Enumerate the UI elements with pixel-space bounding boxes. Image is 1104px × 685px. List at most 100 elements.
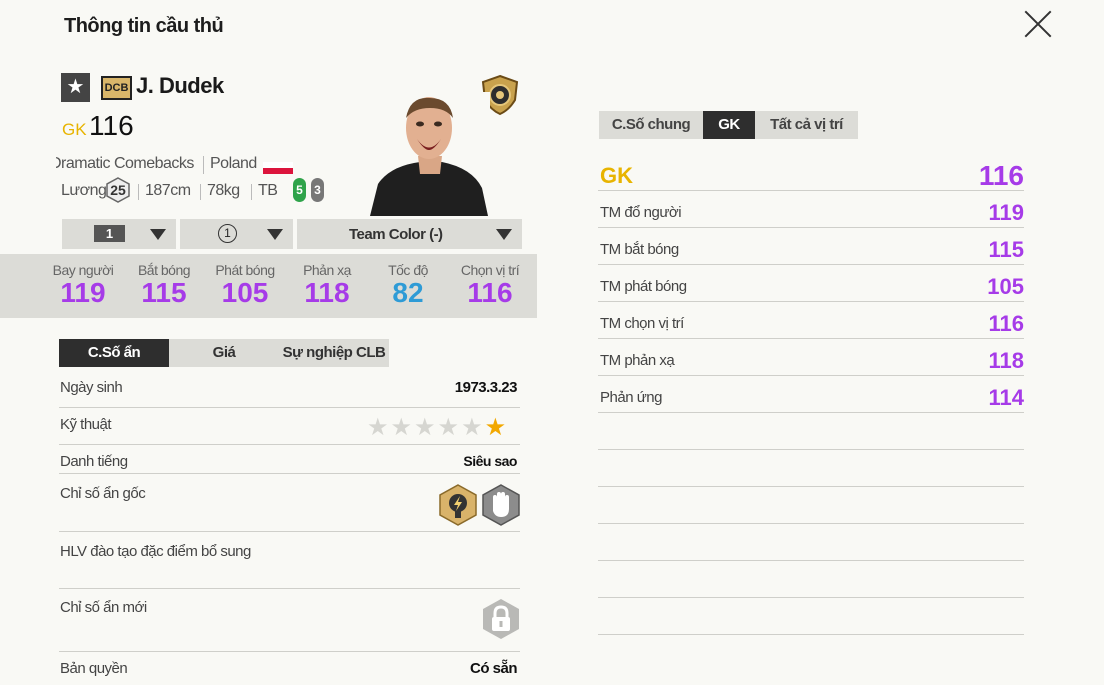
birth-label: Ngày sinh — [60, 379, 123, 396]
season-name: Dramatic Comebacks — [56, 155, 194, 172]
gk-diving-label: TM đổ người — [600, 204, 682, 221]
star-icon: ★ — [437, 414, 460, 441]
stat-speed: Tốc độ 82 — [368, 262, 448, 309]
stat-value: 118 — [304, 277, 350, 308]
gk-reflexes-value: 118 — [988, 348, 1025, 373]
tab-hidden-stats[interactable]: C.Số ẩn — [59, 339, 169, 367]
tab-club-career[interactable]: Sự nghiệp CLB — [279, 339, 389, 367]
divider — [138, 184, 139, 200]
tab-price[interactable]: Giá — [169, 339, 279, 367]
team-color-dropdown[interactable]: Team Color (-) — [297, 219, 522, 249]
stat-label: Chọn vị trí — [460, 262, 520, 278]
skill-stars: ★★★★★★ — [365, 413, 506, 442]
gk-positioning-label: TM chọn vị trí — [600, 315, 684, 332]
stat-label: Phản xạ — [303, 262, 351, 278]
player-portrait — [370, 92, 490, 216]
new-traits-label: Chỉ số ẩn mới — [60, 599, 147, 616]
traits-label: Chỉ số ẩn gốc — [60, 485, 146, 502]
team-color-label: Team Color (-) — [349, 226, 443, 243]
gk-diving-value: 119 — [988, 200, 1025, 225]
tab-all-positions[interactable]: Tất cả vị trí — [755, 111, 858, 139]
reputation-label: Danh tiếng — [60, 453, 128, 470]
star-icon: ★ — [61, 73, 90, 102]
salary-label: Lương — [61, 182, 107, 199]
star-icon: ★ — [414, 414, 436, 441]
divider — [598, 449, 1024, 450]
gk-handling-label: TM bắt bóng — [600, 241, 679, 258]
level-value: 1 — [94, 225, 125, 242]
divider — [598, 634, 1024, 635]
chevron-down-icon — [496, 229, 512, 240]
divider — [598, 523, 1024, 524]
divider — [598, 264, 1024, 265]
divider — [59, 444, 520, 445]
divider — [598, 597, 1024, 598]
divider — [59, 473, 520, 474]
divider — [598, 227, 1024, 228]
gk-kicking-label: TM phát bóng — [600, 278, 687, 295]
gk-positioning-value: 116 — [988, 311, 1025, 336]
star-icon: ★ — [390, 414, 413, 441]
stat-positioning: Chọn vị trí 116 — [450, 262, 530, 309]
right-foot-icon: 3 — [311, 178, 324, 202]
level-dropdown[interactable]: 1 — [62, 219, 176, 249]
trait-glove-icon[interactable] — [482, 484, 520, 526]
salary-value: 25 — [110, 182, 126, 198]
page-title: Thông tin cầu thủ — [64, 15, 224, 37]
divider — [59, 407, 520, 408]
stat-label: Tốc độ — [388, 262, 428, 278]
divider — [598, 375, 1024, 376]
divider — [203, 156, 204, 174]
divider — [200, 184, 201, 200]
stat-label: Bay người — [52, 262, 114, 278]
reputation-value: Siêu sao — [463, 453, 517, 469]
star-icon: ★ — [461, 414, 483, 441]
stat-value: 115 — [141, 277, 187, 308]
stat-value: 119 — [60, 277, 106, 308]
position-header: GK — [600, 163, 633, 188]
stat-label: Phát bóng — [215, 262, 275, 278]
tab-general-stats[interactable]: C.Số chung — [599, 111, 703, 139]
divider — [598, 560, 1024, 561]
star-icon: ★ — [367, 414, 389, 441]
chevron-down-icon — [150, 229, 166, 240]
divider — [598, 190, 1024, 191]
stat-value: 82 — [392, 277, 424, 308]
stat-label: Bắt bóng — [137, 262, 191, 278]
trait-power-icon[interactable] — [439, 484, 477, 526]
divider — [598, 486, 1024, 487]
chevron-down-icon — [267, 229, 283, 240]
reactions-label: Phản ứng — [600, 389, 662, 406]
season-badge: DCB — [101, 76, 132, 100]
tab-gk[interactable]: GK — [703, 111, 755, 139]
stat-diving: Bay người 119 — [43, 262, 123, 309]
divider — [251, 184, 252, 200]
coach-traits-label: HLV đào tạo đặc điểm bổ sung — [60, 543, 251, 560]
lock-icon[interactable] — [482, 598, 520, 640]
poland-flag-icon — [263, 162, 293, 174]
divider — [598, 412, 1024, 413]
player-name: J. Dudek — [136, 73, 224, 98]
divider — [59, 651, 520, 652]
gk-handling-value: 115 — [988, 237, 1025, 262]
position-rating: 116 — [978, 160, 1024, 191]
position-label: GK — [62, 120, 87, 139]
gk-reflexes-label: TM phản xạ — [600, 352, 675, 369]
stat-kicking: Phát bóng 105 — [205, 262, 285, 309]
stat-reflexes: Phản xạ 118 — [287, 262, 367, 309]
divider — [598, 301, 1024, 302]
stat-value: 116 — [467, 277, 513, 308]
gk-kicking-value: 105 — [987, 274, 1024, 299]
weight-value: 78kg — [207, 182, 240, 199]
body-type: TB — [258, 182, 278, 199]
stat-handling: Bắt bóng 115 — [124, 262, 204, 309]
close-icon[interactable] — [1022, 8, 1054, 40]
divider — [59, 588, 520, 589]
height-value: 187cm — [145, 182, 191, 199]
left-foot-icon: 5 — [293, 178, 306, 202]
divider — [59, 531, 520, 532]
reactions-value: 114 — [988, 385, 1025, 410]
overall-rating: 116 — [89, 110, 134, 141]
team-color-count-dropdown[interactable]: 1 — [180, 219, 293, 249]
license-value: Có sẵn — [469, 660, 518, 677]
